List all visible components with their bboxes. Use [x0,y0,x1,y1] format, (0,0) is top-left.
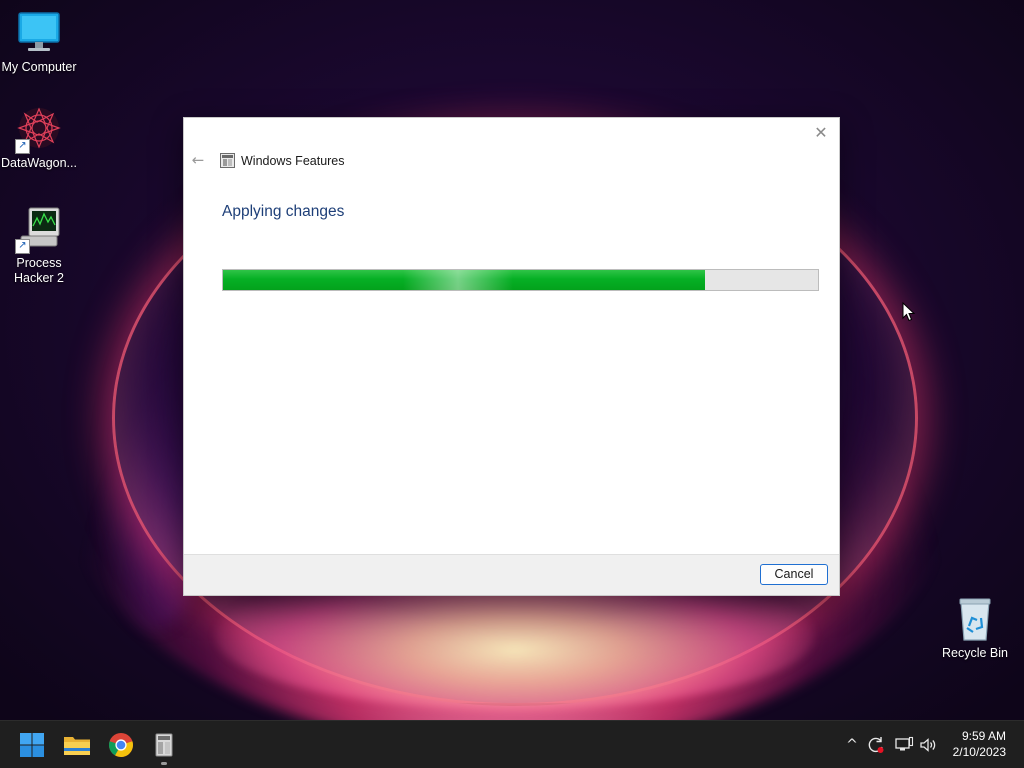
clock-date: 2/10/2023 [952,745,1006,759]
taskbar-windows-features[interactable] [147,728,181,762]
dialog-heading: Applying changes [222,203,345,220]
progress-bar [222,269,819,291]
close-icon[interactable]: ✕ [811,123,831,143]
sync-icon[interactable] [866,735,886,755]
start-button[interactable] [15,728,49,762]
computer-monitor-icon [15,10,63,58]
recycle-bin-icon [951,596,999,644]
shortcut-arrow-icon: ↗ [15,239,30,254]
desktop-icon-label: Recycle Bin [942,646,1008,660]
dialog-title: Windows Features [241,154,345,168]
dialog-footer: Cancel [184,554,839,595]
tray-overflow-button[interactable]: ^ [842,735,862,755]
taskbar-file-explorer[interactable] [60,728,94,762]
progress-bar-shine [403,270,513,290]
taskbar-clock[interactable]: 9:59 AM 2/10/2023 [953,728,1006,760]
windows-features-dialog: ✕ ← Windows Features Applying changes Ca… [183,117,840,596]
windows-features-icon [220,153,235,168]
desktop-icon-datawagon[interactable]: ↗ DataWagon... [0,106,78,171]
windows-start-icon [15,733,49,766]
desktop: My Computer ↗ DataWagon... ↗ Process Hac… [0,0,1024,720]
desktop-icon-label: DataWagon... [1,156,77,170]
cancel-button[interactable]: Cancel [760,564,828,585]
taskbar: ^ 9:59 AM 2/10/2023 [0,720,1024,768]
folder-icon [60,737,94,766]
desktop-icon-my-computer[interactable]: My Computer [0,10,78,75]
network-icon[interactable] [894,735,914,755]
taskbar-chrome[interactable] [104,728,138,762]
process-hacker-icon: ↗ [15,206,63,254]
back-arrow-icon[interactable]: ← [190,152,206,168]
clock-time: 9:59 AM [961,729,1006,743]
chrome-icon [104,733,138,766]
mouse-cursor-icon [902,301,916,322]
desktop-icon-label: Process Hacker 2 [13,256,65,285]
active-app-indicator [161,762,167,765]
desktop-icon-process-hacker[interactable]: ↗ Process Hacker 2 [0,206,78,286]
datawagon-star-icon: ↗ [15,106,63,154]
desktop-icon-recycle-bin[interactable]: Recycle Bin [936,596,1014,661]
volume-icon[interactable] [918,735,938,755]
desktop-icon-label: My Computer [1,60,77,74]
shortcut-arrow-icon: ↗ [15,139,30,154]
